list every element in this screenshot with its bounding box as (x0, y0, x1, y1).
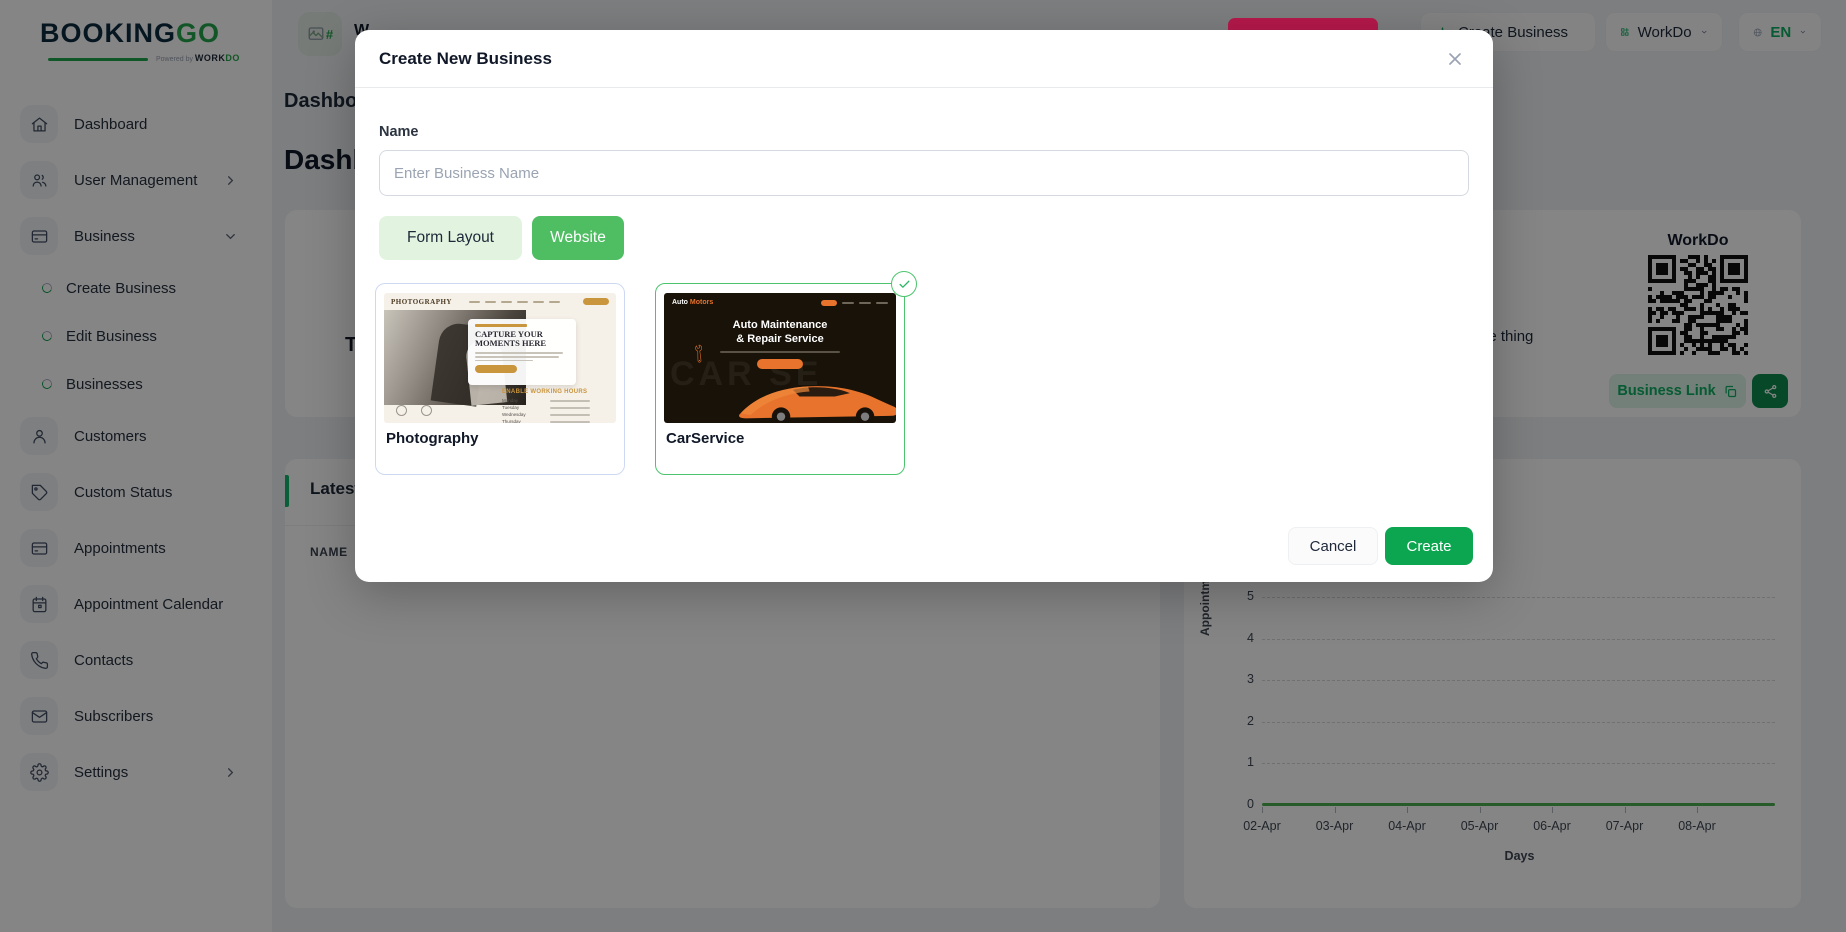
template-name: CarService (666, 430, 745, 447)
app-root: BOOKINGGO Powered by WORKDO Dashboard Us… (0, 0, 1846, 932)
tab-form-layout[interactable]: Form Layout (379, 216, 522, 260)
photography-thumbnail: PHOTOGRAPHY CAPTURE YOUR MOMENTS HERE EN… (384, 293, 616, 423)
thumb-cta-pill (583, 298, 609, 305)
kicker-line (475, 324, 527, 327)
template-name: Photography (386, 430, 479, 447)
hours-row: Thursday (502, 418, 612, 423)
selected-check-badge (891, 271, 917, 297)
close-button[interactable] (1441, 45, 1469, 73)
business-name-input[interactable] (379, 150, 1469, 196)
hours-row: Monday (502, 397, 612, 404)
book-appointment-pill (475, 365, 517, 374)
name-label: Name (379, 124, 419, 140)
working-hours-block: ENABLE WORKING HOURS Monday Tuesday Wednes… (502, 389, 612, 423)
create-business-modal: Create New Business Name Form Layout Web… (355, 30, 1493, 582)
sports-car-illustration (739, 386, 896, 423)
thumb-nav-links (821, 299, 888, 306)
cancel-button[interactable]: Cancel (1288, 527, 1378, 565)
cta-pill (757, 358, 803, 369)
thumb-nav-links (468, 300, 560, 303)
check-icon (899, 280, 909, 288)
hero-panel: CAPTURE YOUR MOMENTS HERE (468, 319, 576, 385)
sub-text-line (720, 350, 840, 353)
photography-headline: CAPTURE YOUR MOMENTS HERE (475, 328, 547, 349)
modal-title: Create New Business (379, 48, 552, 68)
close-icon (1449, 52, 1461, 65)
template-card-carservice[interactable]: Auto Motors CAR SE 🔧︎ Auto Maintenance &… (655, 271, 917, 475)
avatar-dots (396, 405, 432, 416)
tab-website[interactable]: Website (532, 216, 624, 260)
template-card-photography[interactable]: PHOTOGRAPHY CAPTURE YOUR MOMENTS HERE EN… (375, 283, 625, 475)
hours-row: Tuesday (502, 404, 612, 411)
working-hours-title: ENABLE WORKING HOURS (502, 389, 588, 395)
auto-motors-logo: Auto Motors (672, 299, 714, 306)
carservice-headline: Auto Maintenance & Repair Service (732, 319, 828, 345)
modal-header: Create New Business (355, 30, 1493, 88)
photography-logo-text: PHOTOGRAPHY (391, 297, 452, 306)
create-button[interactable]: Create (1385, 527, 1473, 565)
hours-row: Wednesday (502, 411, 612, 418)
carservice-thumbnail: Auto Motors CAR SE 🔧︎ Auto Maintenance &… (664, 293, 896, 423)
body-text-lines (475, 352, 569, 362)
